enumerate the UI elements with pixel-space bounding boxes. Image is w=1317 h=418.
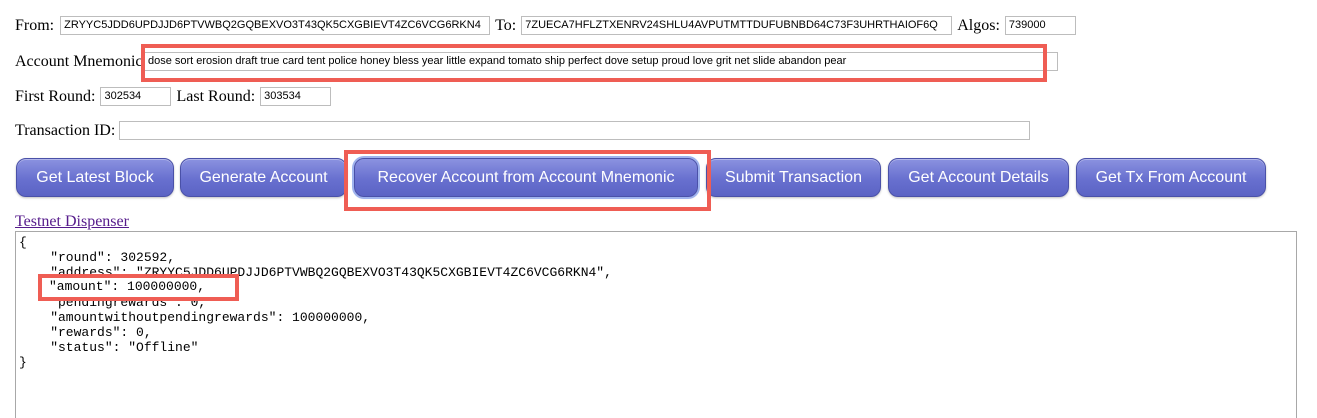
from-label: From:: [15, 16, 55, 34]
first-round-label: First Round:: [15, 87, 96, 105]
from-input[interactable]: ZRYYC5JDD6UPDJJD6PTVWBQ2GQBEXVO3T43QK5CX…: [60, 16, 491, 35]
row-transaction-id: Transaction ID:: [15, 121, 1031, 140]
row-rounds: First Round: 302534 Last Round: 303534: [15, 87, 332, 106]
algos-input[interactable]: 739000: [1004, 16, 1076, 35]
to-label: To:: [495, 16, 517, 34]
first-round-input[interactable]: 302534: [100, 87, 172, 106]
row-from-to-algos: From: ZRYYC5JDD6UPDJJD6PTVWBQ2GQBEXVO3T4…: [15, 16, 1076, 35]
get-tx-from-account-button[interactable]: Get Tx From Account: [1076, 158, 1266, 197]
last-round-input[interactable]: 303534: [260, 87, 332, 106]
transaction-id-label: Transaction ID:: [15, 121, 116, 139]
transaction-id-input[interactable]: [119, 121, 1031, 140]
last-round-label: Last Round:: [176, 87, 256, 105]
output-textarea[interactable]: { "round": 302592, "address": "ZRYYC5JDD…: [15, 231, 1297, 418]
testnet-dispenser-link[interactable]: Testnet Dispenser: [15, 213, 129, 231]
submit-transaction-button[interactable]: Submit Transaction: [706, 158, 881, 197]
generate-account-button[interactable]: Generate Account: [180, 158, 347, 197]
to-input[interactable]: 7ZUECA7HFLZTXENRV24SHLU4AVPUTMTTDUFUBNBD…: [521, 16, 953, 35]
get-account-details-button[interactable]: Get Account Details: [888, 158, 1069, 197]
mnemonic-label: Account Mnemonic:: [15, 52, 147, 70]
mnemonic-input[interactable]: dose sort erosion draft true card tent p…: [143, 52, 1058, 71]
amount-line: "amount": 100000000,: [49, 279, 206, 294]
get-latest-block-button[interactable]: Get Latest Block: [16, 158, 174, 197]
row-mnemonic: Account Mnemonic: dose sort erosion draf…: [15, 52, 1058, 71]
recover-account-button[interactable]: Recover Account from Account Mnemonic: [354, 158, 698, 197]
algos-label: Algos:: [957, 16, 1000, 34]
